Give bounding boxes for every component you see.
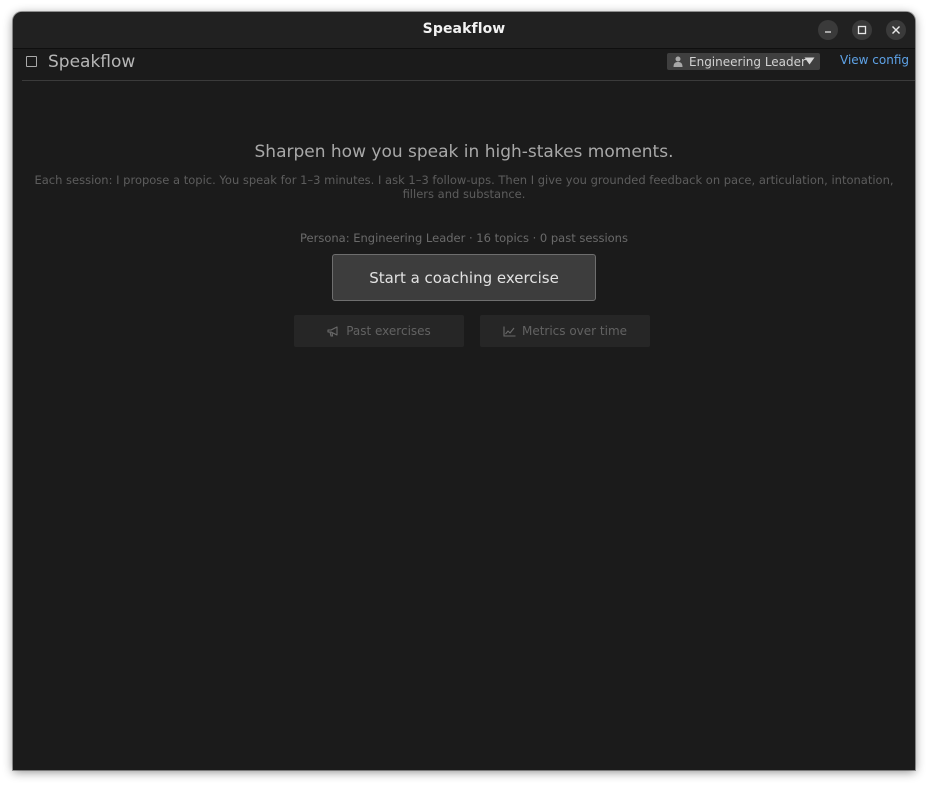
title-bar: Speakflow xyxy=(13,12,915,49)
chevron-down-icon xyxy=(804,57,815,65)
line-chart-icon xyxy=(503,326,516,337)
session-description: Each session: I propose a topic. You spe… xyxy=(34,173,894,201)
header-divider xyxy=(22,80,915,81)
metrics-over-time-button[interactable]: Metrics over time xyxy=(480,315,650,347)
app-header: Speakflow Engineering Leader View config xyxy=(13,49,915,82)
past-exercises-label: Past exercises xyxy=(346,324,431,338)
minimize-button[interactable] xyxy=(818,20,838,40)
megaphone-icon xyxy=(327,325,338,337)
app-logo-icon xyxy=(26,56,37,67)
view-config-link[interactable]: View config xyxy=(840,53,909,67)
minimize-icon xyxy=(825,31,831,33)
persona-dropdown[interactable]: Engineering Leader xyxy=(667,53,820,70)
past-exercises-button[interactable]: Past exercises xyxy=(294,315,464,347)
close-icon xyxy=(892,26,900,34)
app-window: Speakflow Speakflow Engineering Leader V… xyxy=(13,12,915,770)
persona-summary: Persona: Engineering Leader · 16 topics … xyxy=(300,231,628,245)
page-headline: Sharpen how you speak in high-stakes mom… xyxy=(254,142,674,162)
app-brand: Speakflow xyxy=(48,52,136,72)
window-title: Speakflow xyxy=(422,21,506,37)
maximize-button[interactable] xyxy=(852,20,872,40)
person-icon xyxy=(673,56,683,67)
start-exercise-label: Start a coaching exercise xyxy=(369,268,559,287)
metrics-over-time-label: Metrics over time xyxy=(521,324,628,338)
persona-dropdown-value: Engineering Leader xyxy=(689,54,806,69)
start-exercise-button[interactable]: Start a coaching exercise xyxy=(332,254,596,301)
close-button[interactable] xyxy=(886,20,906,40)
maximize-icon xyxy=(857,25,867,35)
